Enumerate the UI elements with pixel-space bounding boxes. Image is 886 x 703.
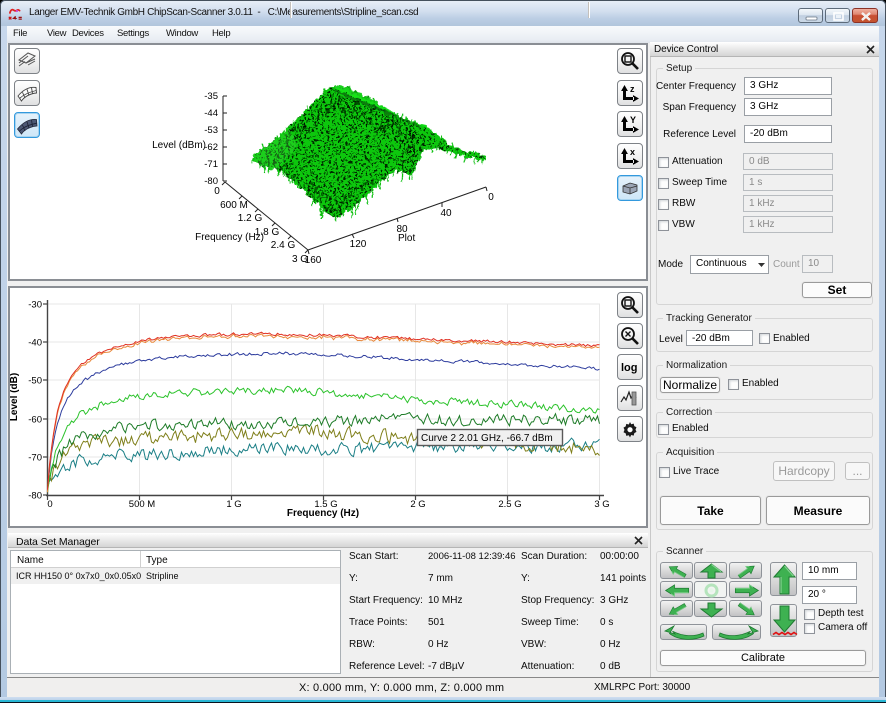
svg-text:Plot: Plot: [398, 233, 415, 244]
svg-text:-71: -71: [204, 159, 218, 170]
svg-text:-50: -50: [28, 376, 42, 387]
svg-text:600 M: 600 M: [220, 200, 248, 211]
svg-text:3 G: 3 G: [594, 499, 609, 510]
svg-text:-35: -35: [204, 91, 218, 102]
svg-text:500 M: 500 M: [129, 499, 155, 510]
svg-text:2.5 G: 2.5 G: [498, 499, 521, 510]
svg-text:160: 160: [305, 255, 322, 266]
svg-text:0: 0: [47, 499, 52, 510]
svg-text:log: log: [621, 362, 638, 374]
svg-text:2.4 G: 2.4 G: [271, 240, 296, 251]
svg-text:-53: -53: [204, 125, 218, 136]
svg-text:0: 0: [488, 192, 494, 203]
svg-text:Level (dB): Level (dB): [10, 373, 20, 421]
svg-text:0: 0: [214, 186, 220, 197]
svg-text:40: 40: [440, 208, 452, 219]
svg-text:x: x: [630, 147, 635, 157]
svg-text:Level (dBm): Level (dBm): [152, 140, 206, 151]
svg-text:Curve 2 2.01 GHz, -66.7 dBm: Curve 2 2.01 GHz, -66.7 dBm: [421, 433, 553, 444]
svg-text:-80: -80: [28, 491, 42, 502]
svg-text:-44: -44: [204, 108, 218, 119]
svg-text:120: 120: [350, 239, 367, 250]
svg-text:-70: -70: [28, 453, 42, 464]
svg-text:2 G: 2 G: [410, 499, 425, 510]
svg-text:1 G: 1 G: [226, 499, 241, 510]
svg-text:1.2 G: 1.2 G: [238, 213, 263, 224]
svg-text:-40: -40: [28, 338, 42, 349]
svg-text:Y: Y: [630, 115, 636, 125]
svg-text:-30: -30: [28, 300, 42, 311]
svg-text:Frequency (Hz): Frequency (Hz): [287, 508, 359, 519]
svg-text:-62: -62: [204, 142, 218, 153]
svg-text:-60: -60: [28, 415, 42, 426]
svg-text:Frequency (Hz): Frequency (Hz): [195, 232, 264, 243]
